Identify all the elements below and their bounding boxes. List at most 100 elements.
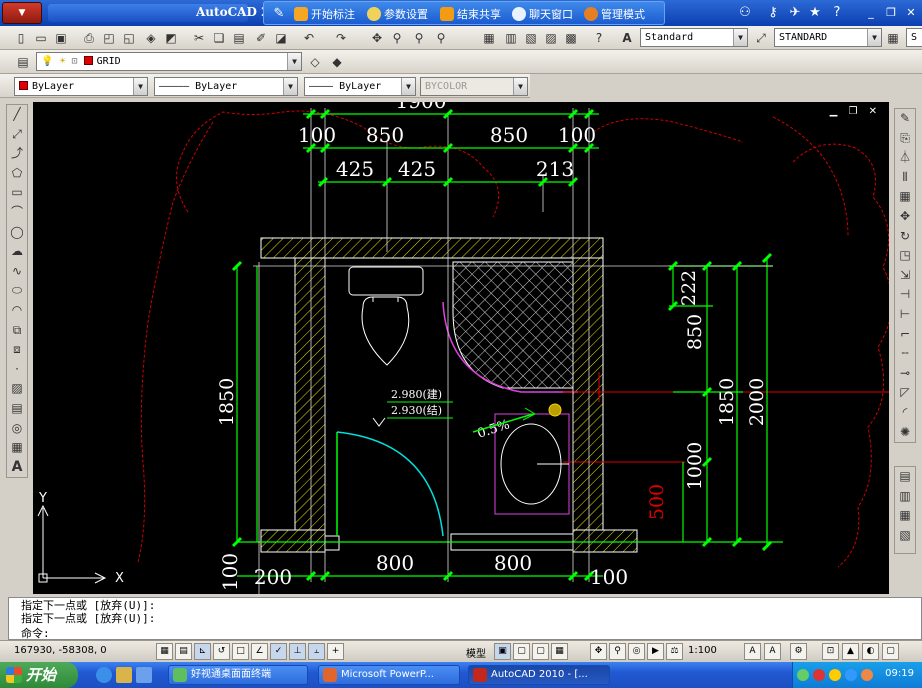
point-icon[interactable]: · xyxy=(7,360,27,380)
volume-icon[interactable] xyxy=(829,669,841,681)
quick-view-icon[interactable]: ▦ xyxy=(551,643,568,660)
clean-screen-icon[interactable]: ▢ xyxy=(882,643,899,660)
dim-style-select[interactable]: STANDARD ▼ xyxy=(774,28,882,47)
line-icon[interactable]: ╱ xyxy=(7,105,27,125)
ime-icon[interactable] xyxy=(845,669,857,681)
rotate-icon[interactable]: ↻ xyxy=(895,227,915,247)
layout-icon-1[interactable]: ▤ xyxy=(895,467,915,487)
zoom-realtime-icon[interactable]: ⚲ xyxy=(388,29,406,47)
chat-window-button[interactable]: 聊天窗口 xyxy=(512,6,573,22)
pan-icon[interactable]: ✥ xyxy=(368,29,386,47)
explode-icon[interactable]: ✺ xyxy=(895,423,915,443)
coordinate-readout[interactable]: 167930, -58308, 0 xyxy=(14,645,107,656)
cut-icon[interactable]: ✂ xyxy=(190,29,208,47)
dim-style-icon[interactable]: ⤢ xyxy=(752,29,770,47)
close-icon[interactable]: ✕ xyxy=(902,4,920,22)
ie-icon[interactable] xyxy=(96,667,112,683)
toolbar-lock-icon[interactable]: ⊡ xyxy=(822,643,839,660)
tray-app-icon[interactable] xyxy=(861,669,873,681)
plot-style-select[interactable]: BYCOLOR ▼ xyxy=(420,77,528,96)
scale-icon[interactable]: ◳ xyxy=(895,246,915,266)
annotation-visibility-icon[interactable]: A xyxy=(744,643,761,660)
redo-icon[interactable]: ↷ xyxy=(332,29,350,47)
tool-palettes-icon[interactable]: ▧ xyxy=(522,29,540,47)
qp-toggle[interactable]: + xyxy=(327,643,344,660)
layout-icon-2[interactable]: ▥ xyxy=(895,487,915,507)
steering-wheel-icon[interactable]: ◎ xyxy=(628,643,645,660)
ellipse-icon[interactable]: ⬭ xyxy=(7,281,27,301)
stretch-icon[interactable]: ⇲ xyxy=(895,266,915,286)
help-icon[interactable]: ? xyxy=(828,4,846,22)
ellipse-arc-icon[interactable]: ◠ xyxy=(7,301,27,321)
pan-status-icon[interactable]: ✥ xyxy=(590,643,607,660)
match-properties-icon[interactable]: ✐ xyxy=(252,29,270,47)
table-icon[interactable]: ▦ xyxy=(7,438,27,458)
layout-icon-3[interactable]: ▦ xyxy=(895,506,915,526)
ducs-toggle[interactable]: ✓ xyxy=(270,643,287,660)
zoom-status-icon[interactable]: ⚲ xyxy=(609,643,626,660)
mirror-icon[interactable]: ⏃ xyxy=(895,148,915,168)
annotation-scale-icon[interactable]: ⚖ xyxy=(666,643,683,660)
make-current-layer-icon[interactable]: ◇ xyxy=(306,53,324,71)
table-style-select[interactable]: S xyxy=(906,28,922,47)
admin-mode-button[interactable]: 管理模式 xyxy=(584,6,645,22)
lineweight-select[interactable]: ———— ByLayer ▼ xyxy=(304,77,416,96)
taskbar-item-autocad[interactable]: AutoCAD 2010 - [... xyxy=(468,665,610,685)
layer-previous-icon[interactable]: ◆ xyxy=(328,53,346,71)
help-button-icon[interactable]: ? xyxy=(590,29,608,47)
publish-icon[interactable]: ◱ xyxy=(120,29,138,47)
polar-toggle[interactable]: ↺ xyxy=(213,643,230,660)
key-icon[interactable]: ⚷ xyxy=(764,4,782,22)
break-at-point-icon[interactable]: ⌐ xyxy=(895,325,915,345)
chamfer-icon[interactable]: ◸ xyxy=(895,383,915,403)
circle-icon[interactable]: ◯ xyxy=(7,223,27,243)
spline-icon[interactable]: ∿ xyxy=(7,262,27,282)
layout-icon-4[interactable]: ▧ xyxy=(895,526,915,546)
annotation-scale-value[interactable]: 1:100 xyxy=(688,645,717,656)
satellite-icon[interactable]: ✈ xyxy=(786,4,804,22)
table-style-icon[interactable]: ▦ xyxy=(884,29,902,47)
layout1-icon[interactable]: ▢ xyxy=(513,643,530,660)
binoculars-icon[interactable]: ⚇ xyxy=(736,4,754,22)
drawing-canvas[interactable]: 1900 100 850 850 100 425 425 213 100 200… xyxy=(33,102,889,594)
layout2-icon[interactable]: ▢ xyxy=(532,643,549,660)
drawing-window-controls[interactable]: ▁ ❐ ✕ xyxy=(830,106,881,117)
move-icon[interactable]: ✥ xyxy=(895,207,915,227)
plot-preview-icon[interactable]: ◰ xyxy=(100,29,118,47)
etransmit-icon[interactable]: ◩ xyxy=(162,29,180,47)
workspace-gear-icon[interactable]: ⚙ xyxy=(790,643,807,660)
osnap-toggle[interactable]: □ xyxy=(232,643,249,660)
isolate-objects-icon[interactable]: ◐ xyxy=(862,643,879,660)
start-button[interactable]: 开始 xyxy=(0,662,78,688)
arc-icon[interactable]: ⌒ xyxy=(7,203,27,223)
minimize-icon[interactable]: _ xyxy=(862,4,880,22)
media-player-icon[interactable] xyxy=(136,667,152,683)
model-layout-icon[interactable]: ▣ xyxy=(494,643,511,660)
hatch-icon[interactable]: ▨ xyxy=(7,379,27,399)
color-select[interactable]: ByLayer ▼ xyxy=(14,77,148,96)
command-prompt[interactable]: 命令: xyxy=(21,627,50,640)
design-center-icon[interactable]: ▥ xyxy=(502,29,520,47)
insert-block-icon[interactable]: ⧉ xyxy=(7,321,27,341)
grid-toggle[interactable]: ▤ xyxy=(175,643,192,660)
make-block-icon[interactable]: ⧈ xyxy=(7,340,27,360)
fillet-icon[interactable]: ◜ xyxy=(895,403,915,423)
copy-icon[interactable]: ❏ xyxy=(210,29,228,47)
star-icon[interactable]: ★ xyxy=(806,4,824,22)
param-settings-button[interactable]: 参数设置 xyxy=(367,6,428,22)
revision-cloud-icon[interactable]: ☁ xyxy=(7,242,27,262)
meeting-menu-icon[interactable]: ✎ xyxy=(270,5,288,23)
hardware-accel-icon[interactable]: ▲ xyxy=(842,643,859,660)
markup-icon[interactable]: ▩ xyxy=(562,29,580,47)
properties-icon[interactable]: ▦ xyxy=(480,29,498,47)
print-icon[interactable]: ⎙ xyxy=(80,29,98,47)
auto-scale-icon[interactable]: A xyxy=(764,643,781,660)
erase-icon[interactable]: ✎ xyxy=(895,109,915,129)
model-space-label[interactable]: 模型 xyxy=(466,645,486,660)
taskbar-item-powerpoint[interactable]: Microsoft PowerP... xyxy=(318,665,460,685)
offset-icon[interactable]: ⫴ xyxy=(895,168,915,188)
dyn-toggle[interactable]: ⊥ xyxy=(289,643,306,660)
region-icon[interactable]: ◎ xyxy=(7,419,27,439)
paste-icon[interactable]: ▤ xyxy=(230,29,248,47)
block-editor-icon[interactable]: ◪ xyxy=(272,29,290,47)
